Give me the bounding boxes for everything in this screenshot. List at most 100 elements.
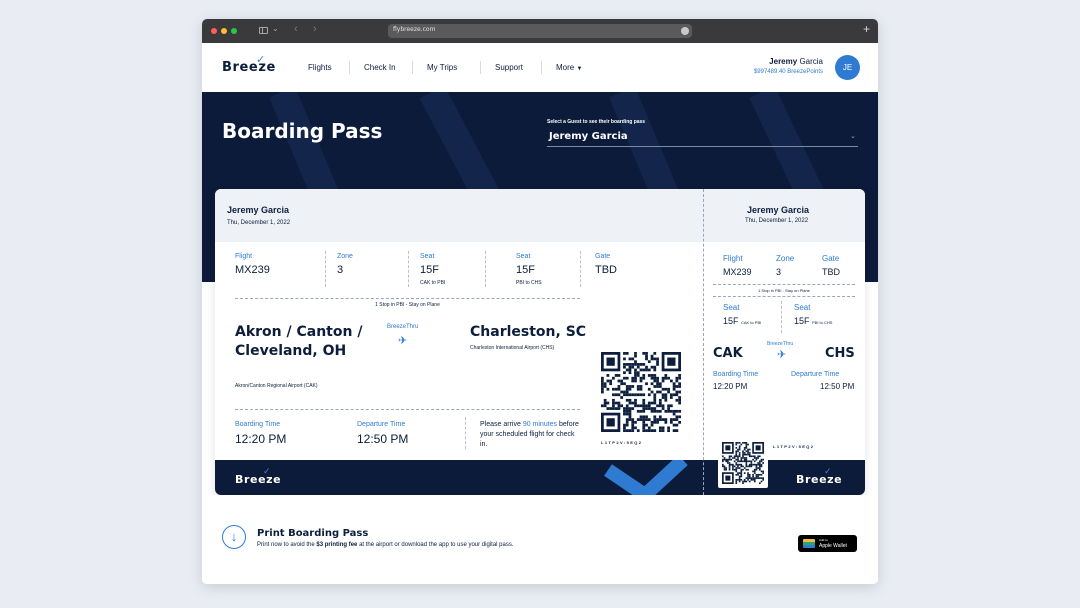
chevron-down-icon[interactable]: ⌄	[272, 24, 279, 33]
stub-qr-code	[722, 442, 764, 484]
boarding-time: 12:20 PM	[235, 432, 287, 446]
qr-code	[601, 352, 681, 432]
nav-divider	[412, 61, 413, 74]
stub-departure-time: 12:50 PM	[820, 382, 855, 391]
stub-destination-code: CHS	[825, 346, 855, 361]
stub-zone-label: Zone	[776, 254, 795, 263]
forward-icon[interactable]: ›	[313, 23, 317, 35]
print-title[interactable]: Print Boarding Pass	[257, 528, 368, 539]
destination-city: Charleston, SC	[470, 324, 587, 340]
boarding-pass-card: Breeze ✓ Breeze ✓ Jeremy Garcia Thu, Decem…	[215, 189, 865, 495]
browser-toolbar: ⌄ ‹ › flybreeze.com +	[202, 19, 878, 43]
nav-divider	[541, 61, 542, 74]
stub-footer-logo-text: Breeze	[796, 473, 843, 486]
flight-number: MX239	[235, 264, 270, 276]
stub-flight-number: MX239	[723, 267, 752, 277]
stub-boarding-time: 12:20 PM	[713, 382, 748, 391]
stub-zone-value: 3	[776, 267, 782, 277]
browser-window: ⌄ ‹ › flybreeze.com + Breeze ✓ Flights Ch…	[202, 19, 878, 584]
nav-support[interactable]: Support	[495, 63, 523, 72]
field-divider	[781, 301, 782, 333]
dashed-divider	[713, 296, 855, 297]
breeze-logo[interactable]: Breeze ✓	[222, 53, 276, 75]
dashed-divider	[235, 298, 580, 299]
stop-note: 1 Stop in PBI - Stay on Plane	[375, 302, 440, 308]
footer-logo: Breeze ✓	[235, 467, 281, 486]
field-divider	[485, 251, 486, 287]
confirmation-code: L1TP2V:5EQ2	[601, 440, 643, 445]
sidebar-toggle-icon[interactable]	[259, 27, 268, 34]
logo-text: Breeze	[222, 60, 276, 75]
stub-seat-label: Seat	[723, 303, 740, 312]
download-icon[interactable]: ↓	[222, 525, 246, 549]
via-label: BreezeThru	[387, 324, 419, 330]
stub-seat-route: PBI to CHS	[812, 320, 833, 325]
stub-origin-code: CAK	[713, 346, 743, 361]
destination-airport: Charleston International Airport (CHS)	[470, 345, 555, 351]
wallet-line1: Add to	[819, 538, 828, 542]
stub-seat-label: Seat	[794, 303, 811, 312]
stub-via-label: BreezeThru	[767, 341, 794, 347]
new-tab-icon[interactable]: +	[863, 22, 870, 36]
nav-my-trips[interactable]: My Trips	[427, 63, 457, 72]
chevron-down-icon[interactable]: ⌄	[850, 132, 856, 140]
airplane-icon: ✈	[398, 335, 408, 347]
arrival-note: Please arrive 90 minutes before your sch…	[480, 420, 580, 450]
field-divider	[325, 251, 326, 287]
stub-passenger-name: Jeremy Garcia	[747, 205, 810, 215]
apple-wallet-button[interactable]: Add to Apple Wallet	[798, 535, 857, 552]
breeze-points[interactable]: $997489.40 BreezePoints	[754, 69, 823, 75]
field-divider	[408, 251, 409, 287]
nav-more[interactable]: More ▼	[556, 63, 582, 72]
dashed-divider	[713, 284, 855, 285]
field-divider	[465, 417, 466, 449]
wallet-icon	[803, 539, 815, 548]
passenger-name: Jeremy Garcia	[227, 205, 290, 215]
nav-flights[interactable]: Flights	[308, 63, 332, 72]
reload-icon[interactable]	[681, 27, 689, 35]
gate-value: TBD	[595, 264, 617, 276]
stub-perforation	[703, 189, 704, 495]
user-first-name: Jeremy	[769, 57, 798, 66]
dashed-divider	[235, 409, 580, 410]
url-text: flybreeze.com	[393, 26, 436, 33]
back-icon[interactable]: ‹	[294, 23, 298, 35]
origin-airport: Akron/Canton Regional Airport (CAK)	[235, 383, 318, 389]
stub-gate-value: TBD	[822, 267, 840, 277]
boarding-time-label: Boarding Time	[235, 421, 281, 428]
nav-check-in[interactable]: Check In	[364, 63, 396, 72]
stub-seat-value: 15F	[723, 316, 739, 326]
nav-more-label: More	[556, 63, 575, 72]
print-sub-pre: Print now to avoid the	[257, 542, 315, 548]
minimize-window-button[interactable]	[221, 28, 227, 34]
departure-time: 12:50 PM	[357, 432, 409, 446]
maximize-window-button[interactable]	[231, 28, 237, 34]
stub-seat-value: 15F	[794, 316, 810, 326]
stub-boarding-time-label: Boarding Time	[713, 371, 759, 378]
arrival-note-pre: Please arrive	[480, 421, 521, 428]
stub-qr-frame	[718, 438, 768, 488]
departure-time-label: Departure Time	[357, 421, 406, 428]
seat-route: CAK to PBI	[420, 280, 446, 286]
pass-header	[215, 189, 865, 242]
guest-select[interactable]: Jeremy Garcia	[549, 131, 628, 142]
checkmark-icon: ✓	[256, 53, 266, 66]
address-bar[interactable]: flybreeze.com	[388, 24, 692, 38]
origin-city: Akron / Canton / Cleveland, OH	[235, 324, 363, 359]
guest-select-label: Select a Guest to see their boarding pas…	[547, 119, 646, 125]
checkmark-icon: ✓	[824, 467, 833, 477]
avatar[interactable]: JE	[835, 55, 860, 80]
seat-value: 15F	[516, 264, 535, 276]
flight-label: Flight	[235, 253, 253, 260]
stub-seat-route: CAK to PBI	[741, 320, 762, 325]
close-window-button[interactable]	[211, 28, 217, 34]
zone-value: 3	[337, 264, 344, 276]
print-section: ↓ Print Boarding Pass Print now to avoid…	[202, 495, 878, 584]
stub-flight-date: Thu, December 1, 2022	[745, 218, 809, 224]
airplane-icon: ✈	[777, 349, 787, 361]
print-description: Print now to avoid the $3 printing fee a…	[257, 542, 514, 548]
checkmark-icon: ✓	[263, 467, 272, 477]
seat-value: 15F	[420, 264, 439, 276]
zone-label: Zone	[337, 253, 353, 260]
user-name[interactable]: Jeremy Garcia	[769, 57, 823, 66]
